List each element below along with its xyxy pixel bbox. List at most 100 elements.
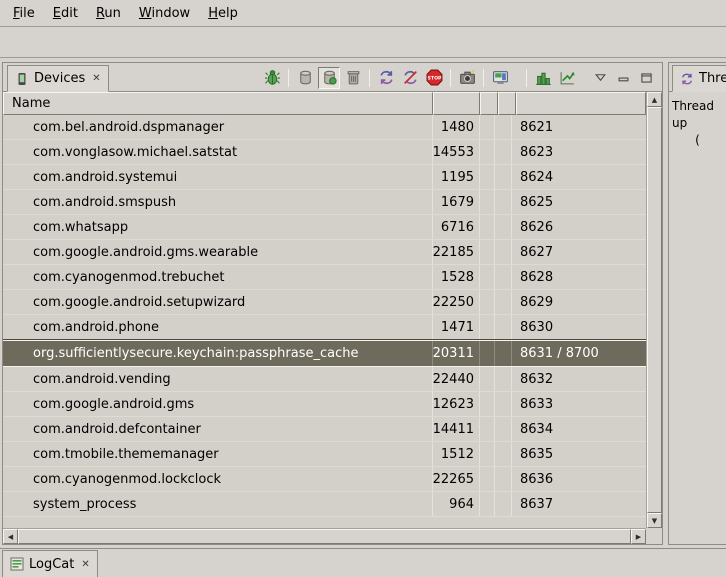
process-port: 8634 bbox=[512, 417, 646, 441]
process-row[interactable]: system_process 964 8637 bbox=[3, 492, 646, 517]
process-name: com.cyanogenmod.lockclock bbox=[3, 467, 433, 491]
dump-hprof-icon[interactable] bbox=[318, 67, 340, 89]
process-name: com.google.android.gms bbox=[3, 392, 433, 416]
column-header-blank1 bbox=[480, 92, 498, 115]
horizontal-scrollbar[interactable]: ◀ ▶ bbox=[3, 528, 646, 544]
view-menu-icon[interactable] bbox=[592, 69, 609, 86]
threads-icon bbox=[680, 72, 694, 86]
process-row[interactable]: com.android.phone 1471 8630 bbox=[3, 315, 646, 340]
process-row[interactable]: com.android.systemui 1195 8624 bbox=[3, 165, 646, 190]
process-row[interactable]: com.google.android.gms.wearable 22185 86… bbox=[3, 240, 646, 265]
scroll-up-icon[interactable]: ▲ bbox=[647, 92, 662, 107]
process-blank1 bbox=[480, 442, 495, 466]
process-name: com.android.vending bbox=[3, 367, 433, 391]
process-blank1 bbox=[480, 115, 495, 139]
tab-devices-label: Devices bbox=[34, 71, 85, 86]
process-row[interactable]: com.android.smspush 1679 8625 bbox=[3, 190, 646, 215]
stop-method-profiling-icon[interactable] bbox=[399, 67, 421, 89]
process-pid: 1512 bbox=[433, 442, 480, 466]
process-blank2 bbox=[495, 115, 512, 139]
tab-logcat-label: LogCat bbox=[29, 557, 74, 572]
process-name: com.whatsapp bbox=[3, 215, 433, 239]
ddms-window: File Edit Run Window Help Devices ✕ bbox=[0, 0, 726, 58]
process-blank1 bbox=[480, 165, 495, 189]
menu-item[interactable]: Run bbox=[87, 2, 130, 24]
close-icon[interactable]: ✕ bbox=[79, 559, 89, 570]
process-row[interactable]: com.bel.android.dspmanager 1480 8621 bbox=[3, 115, 646, 140]
threads-message-line2: ( bbox=[672, 132, 723, 149]
process-name: com.android.smspush bbox=[3, 190, 433, 214]
process-name: com.cyanogenmod.trebuchet bbox=[3, 265, 433, 289]
screen-record-icon[interactable] bbox=[489, 67, 511, 89]
stop-process-icon[interactable]: STOP bbox=[423, 67, 445, 89]
process-pid: 964 bbox=[433, 492, 480, 516]
process-row[interactable]: com.cyanogenmod.lockclock 22265 8636 bbox=[3, 467, 646, 492]
process-pid: 22265 bbox=[433, 467, 480, 491]
process-name: system_process bbox=[3, 492, 433, 516]
process-pid: 1471 bbox=[433, 315, 480, 339]
scroll-left-icon[interactable]: ◀ bbox=[3, 529, 18, 544]
threads-message: Thread up ( bbox=[669, 92, 726, 155]
scroll-right-icon[interactable]: ▶ bbox=[631, 529, 646, 544]
process-blank1 bbox=[480, 240, 495, 264]
process-blank2 bbox=[495, 190, 512, 214]
devices-toolbar: STOP bbox=[260, 63, 658, 92]
process-port: 8626 bbox=[512, 215, 646, 239]
menu-item[interactable]: File bbox=[4, 2, 44, 24]
vertical-scrollbar[interactable]: ▲ ▼ bbox=[646, 92, 662, 528]
process-row[interactable]: com.tmobile.thememanager 1512 8635 bbox=[3, 442, 646, 467]
menu-item[interactable]: Help bbox=[199, 2, 247, 24]
menu-item[interactable]: Window bbox=[130, 2, 199, 24]
process-port: 8633 bbox=[512, 392, 646, 416]
process-pid: 14411 bbox=[433, 417, 480, 441]
update-threads-icon[interactable] bbox=[375, 67, 397, 89]
method-profiling-icon[interactable] bbox=[556, 67, 578, 89]
menubar: File Edit Run Window Help bbox=[0, 0, 726, 27]
process-pid: 1480 bbox=[433, 115, 480, 139]
process-blank1 bbox=[480, 392, 495, 416]
scroll-down-icon[interactable]: ▼ bbox=[647, 513, 662, 528]
process-row[interactable]: com.google.android.setupwizard 22250 862… bbox=[3, 290, 646, 315]
maximize-icon[interactable] bbox=[638, 69, 655, 86]
vertical-scroll-thumb[interactable] bbox=[647, 107, 662, 513]
process-blank1 bbox=[480, 215, 495, 239]
update-heap-icon[interactable] bbox=[294, 67, 316, 89]
tab-logcat[interactable]: LogCat ✕ bbox=[2, 550, 98, 577]
toolbar-separator bbox=[288, 69, 289, 87]
close-icon[interactable]: ✕ bbox=[90, 73, 100, 84]
process-blank1 bbox=[480, 492, 495, 516]
process-blank2 bbox=[495, 315, 512, 339]
process-blank2 bbox=[495, 492, 512, 516]
process-row[interactable]: com.android.defcontainer 14411 8634 bbox=[3, 417, 646, 442]
logcat-icon bbox=[10, 557, 24, 571]
screen-capture-icon[interactable] bbox=[456, 67, 478, 89]
main-toolbar-strip bbox=[0, 27, 726, 58]
process-row[interactable]: com.google.android.gms 12623 8633 bbox=[3, 392, 646, 417]
devices-panel: Devices ✕ bbox=[2, 62, 663, 545]
menu-item[interactable]: Edit bbox=[44, 2, 87, 24]
process-row[interactable]: com.vonglasow.michael.satstat 14553 8623 bbox=[3, 140, 646, 165]
process-pid: 20311 bbox=[433, 341, 480, 366]
process-port: 8621 bbox=[512, 115, 646, 139]
cause-gc-icon[interactable] bbox=[342, 67, 364, 89]
process-port: 8635 bbox=[512, 442, 646, 466]
column-header-name[interactable]: Name bbox=[3, 92, 433, 115]
process-row[interactable]: com.android.vending 22440 8632 bbox=[3, 367, 646, 392]
device-icon bbox=[15, 72, 29, 86]
process-blank1 bbox=[480, 140, 495, 164]
process-row[interactable]: org.sufficientlysecure.keychain:passphra… bbox=[3, 340, 646, 367]
process-pid: 1679 bbox=[433, 190, 480, 214]
process-blank2 bbox=[495, 467, 512, 491]
main-area: Devices ✕ bbox=[0, 59, 726, 548]
process-blank2 bbox=[495, 165, 512, 189]
horizontal-scroll-thumb[interactable] bbox=[18, 529, 631, 544]
tab-threads[interactable]: Threa bbox=[672, 65, 726, 92]
process-row[interactable]: com.whatsapp 6716 8626 bbox=[3, 215, 646, 240]
process-row[interactable]: com.cyanogenmod.trebuchet 1528 8628 bbox=[3, 265, 646, 290]
minimize-icon[interactable] bbox=[615, 69, 632, 86]
process-blank2 bbox=[495, 341, 512, 366]
process-port: 8630 bbox=[512, 315, 646, 339]
tab-devices[interactable]: Devices ✕ bbox=[7, 65, 109, 92]
debug-process-icon[interactable] bbox=[261, 67, 283, 89]
heap-usage-icon[interactable] bbox=[532, 67, 554, 89]
